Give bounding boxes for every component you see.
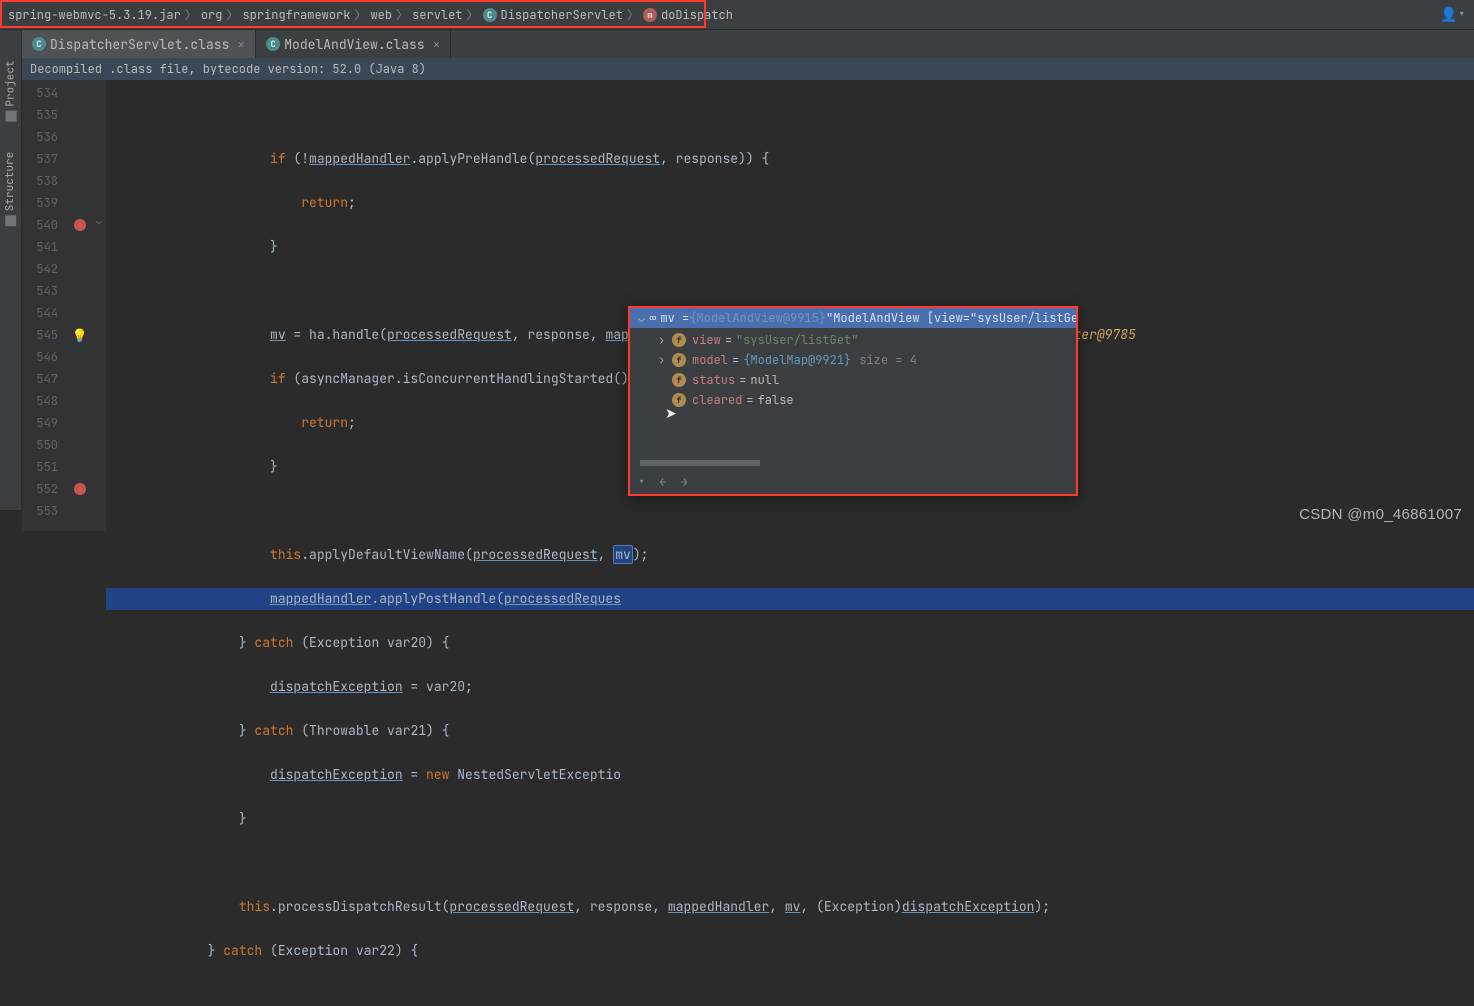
crumb-springframework[interactable]: springframework (242, 7, 350, 23)
breakpoint-icon[interactable] (74, 219, 86, 231)
gutter-markers: 💡 (68, 80, 92, 531)
back-icon[interactable]: ← (659, 474, 666, 490)
structure-icon (5, 215, 16, 226)
user-icon[interactable]: 👤▾ (1440, 6, 1466, 24)
crumb-sep-icon: 〉 (467, 6, 479, 23)
class-icon: C (483, 8, 497, 22)
debug-popup-scrollbar[interactable] (640, 460, 760, 466)
watermark-text: CSDN @m0_46861007 (1299, 506, 1462, 523)
infinity-icon: ∞ (649, 310, 656, 326)
gutter: 5345355365375385395405415425435445455465… (22, 80, 106, 531)
code-line: } catch (Exception var22) { (106, 940, 1474, 962)
debug-field-cleared[interactable]: f cleared= false (630, 390, 1076, 410)
class-icon: C (32, 37, 46, 51)
field-icon: f (672, 393, 686, 407)
chevron-right-icon[interactable]: › (658, 332, 672, 348)
editor-tabs: C DispatcherServlet.class × C ModelAndVi… (0, 30, 1474, 58)
code-line: } (106, 236, 1474, 258)
tool-window-structure[interactable]: Structure (4, 152, 18, 226)
debug-popup-header[interactable]: ⌄ ∞ mv = {ModelAndView@9915} "ModelAndVi… (630, 308, 1076, 328)
field-icon: f (672, 353, 686, 367)
code-line (106, 280, 1474, 302)
tab-modelandview[interactable]: C ModelAndView.class × (256, 30, 451, 58)
line-numbers: 5345355365375385395405415425435445455465… (22, 80, 68, 531)
code-line (106, 852, 1474, 874)
code-line-current: mappedHandler.applyPostHandle(processedR… (106, 588, 1474, 610)
folder-icon (5, 111, 16, 122)
crumb-sep-icon: 〉 (185, 6, 197, 23)
code-line: if (!mappedHandler.applyPreHandle(proces… (106, 148, 1474, 170)
code-line: this.processDispatchResult(processedRequ… (106, 896, 1474, 918)
debug-evaluate-popup[interactable]: ⌄ ∞ mv = {ModelAndView@9915} "ModelAndVi… (628, 306, 1078, 496)
code-line: } (106, 808, 1474, 830)
tab-label: ModelAndView.class (284, 36, 424, 53)
crumb-class[interactable]: CDispatcherServlet (483, 7, 623, 23)
field-icon: f (672, 373, 686, 387)
debug-field-model[interactable]: › f model= {ModelMap@9921} size = 4 (630, 350, 1076, 370)
code-line: dispatchException = var20; (106, 676, 1474, 698)
intention-bulb-icon[interactable]: 💡 (72, 327, 88, 344)
code-line: dispatchException = new NestedServletExc… (106, 764, 1474, 786)
breadcrumb: spring-webmvc-5.3.19.jar 〉 org 〉 springf… (0, 0, 1474, 30)
code-line: } catch (Throwable var21) { (106, 720, 1474, 742)
debug-popup-body: › f view= "sysUser/listGet" › f model= {… (630, 328, 1076, 410)
fold-icon[interactable]: ⌄ (92, 214, 106, 236)
crumb-sep-icon: 〉 (226, 6, 238, 23)
close-icon[interactable]: × (433, 36, 441, 53)
code-line (106, 500, 1474, 522)
crumb-jar[interactable]: spring-webmvc-5.3.19.jar (8, 7, 181, 23)
code-line: } catch (Exception var20) { (106, 632, 1474, 654)
debug-field-status[interactable]: f status= null (630, 370, 1076, 390)
chevron-right-icon[interactable]: › (658, 352, 672, 368)
crumb-servlet[interactable]: servlet (412, 7, 462, 23)
crumb-web[interactable]: web (370, 7, 392, 23)
forward-icon[interactable]: → (680, 474, 687, 490)
crumb-org[interactable]: org (201, 7, 223, 23)
decompiled-banner: Decompiled .class file, bytecode version… (0, 58, 1474, 80)
field-icon: f (672, 333, 686, 347)
crumb-sep-icon: 〉 (396, 6, 408, 23)
code-line: return; (106, 192, 1474, 214)
filter-icon[interactable]: ▾ (638, 474, 645, 490)
fold-column: ⌄ (92, 80, 106, 531)
tool-window-project[interactable]: Project (4, 60, 18, 121)
close-icon[interactable]: × (237, 36, 245, 53)
class-icon: C (266, 37, 280, 51)
code-line: this.applyDefaultViewName(processedReque… (106, 544, 1474, 566)
tab-label: DispatcherServlet.class (50, 36, 229, 53)
tool-window-strip: Project Structure (0, 30, 22, 510)
tab-dispatcher[interactable]: C DispatcherServlet.class × (22, 30, 256, 58)
crumb-method[interactable]: mdoDispatch (643, 7, 733, 23)
debug-popup-toolbar: ▾ ← → (638, 474, 688, 490)
method-icon: m (643, 8, 657, 22)
breakpoint-icon[interactable] (74, 483, 86, 495)
crumb-sep-icon: 〉 (354, 6, 366, 23)
chevron-down-icon[interactable]: ⌄ (638, 310, 645, 326)
crumb-sep-icon: 〉 (627, 6, 639, 23)
debug-field-view[interactable]: › f view= "sysUser/listGet" (630, 330, 1076, 350)
code-line (106, 104, 1474, 126)
